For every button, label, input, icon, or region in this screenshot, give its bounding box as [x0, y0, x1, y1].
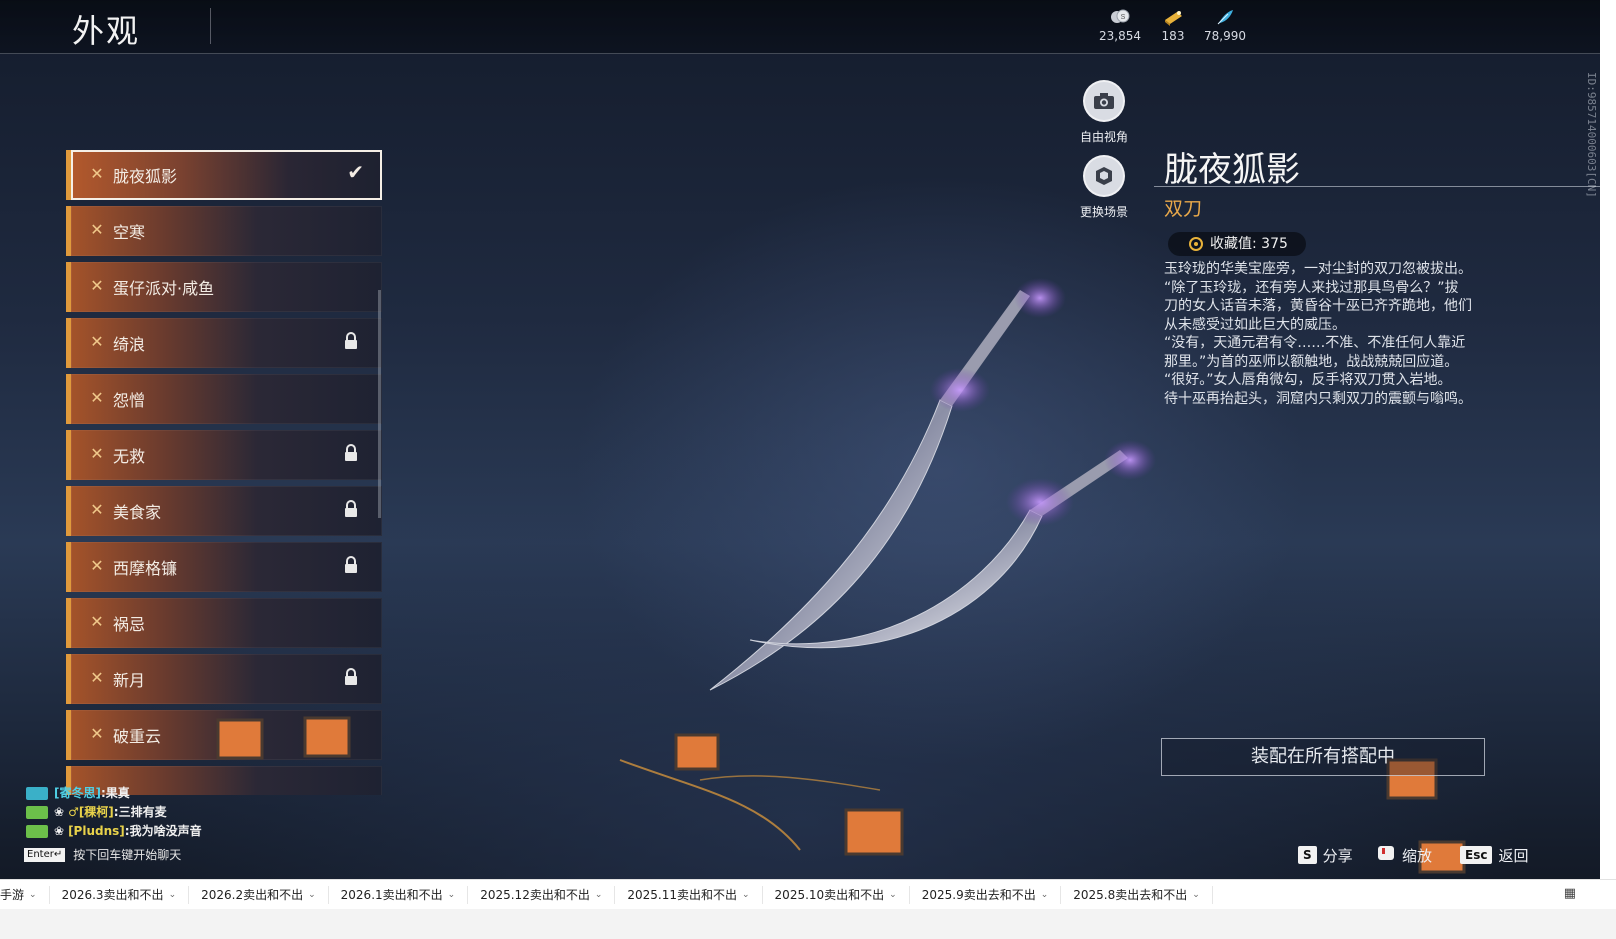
back-label: 返回: [1498, 846, 1529, 865]
chat-box: [寄冬思] :果真 ❀ ♂[稞柯] :三排有麦 ❀ [Pludns] :我为啥没…: [26, 784, 386, 841]
sheet-tab[interactable]: 2025.11卖出和不出 ⌄: [615, 885, 763, 904]
sheet-tab-label: 手游: [0, 888, 25, 902]
desc-line: “没有，天通元君有令……不准、不准任何人靠近: [1164, 335, 1466, 351]
title-underline: [1154, 186, 1600, 187]
collect-value-badge: 收藏值: 375: [1168, 232, 1306, 256]
window-edge: [1600, 0, 1616, 879]
desc-line: 从未感受过如此巨大的威压。: [1164, 316, 1346, 333]
desc-line: “很好。”女人唇角微勾，反手将双刀贯入岩地。: [1164, 372, 1452, 388]
sheet-tab-label: 2026.2卖出和不出: [201, 888, 304, 902]
sheet-tab[interactable]: 2026.3卖出和不出 ⌄: [50, 885, 190, 904]
chat-line: ❀ ♂[稞柯] :三排有麦: [26, 803, 386, 822]
game-screen: 外观 S 23,854 183 78,990 ID:985714000603[C…: [0, 0, 1600, 905]
desc-line: 玉玲珑的华美宝座旁，一对尘封的双刀忽被拔出。: [1164, 261, 1472, 277]
chevron-down-icon: ⌄: [889, 889, 897, 900]
zoom-hint[interactable]: 缩放: [1376, 844, 1432, 866]
sheet-tab[interactable]: 2025.10卖出和不出 ⌄: [763, 885, 910, 904]
chat-sender[interactable]: [Pludns]: [68, 822, 125, 841]
sheet-tab-bar: 手游 ⌄ 2026.3卖出和不出 ⌄ 2026.2卖出和不出 ⌄ 2026.1卖出和不…: [0, 879, 1616, 909]
chevron-down-icon: ⌄: [594, 889, 603, 900]
collection-icon: [1188, 236, 1204, 252]
chat-input-hint[interactable]: Enter↵ 按下回车键开始聊天: [24, 846, 181, 863]
chevron-down-icon: ⌄: [308, 889, 316, 900]
chevron-down-icon: ⌄: [29, 889, 37, 900]
sheet-tab[interactable]: 2025.8卖出去和不出 ⌄: [1061, 885, 1213, 904]
chat-sender[interactable]: ♂[稞柯]: [68, 803, 114, 822]
equip-all-button[interactable]: 装配在所有搭配中: [1161, 738, 1485, 776]
desc-line: “除了玉玲珑，还有旁人来找过那具鸟骨么？”拔: [1164, 279, 1459, 296]
share-hint[interactable]: S 分享: [1298, 844, 1353, 866]
sheet-tab-label: 2025.11卖出和不出: [627, 888, 737, 902]
channel-badge-icon: [26, 787, 48, 800]
collect-text: 收藏值: 375: [1210, 236, 1288, 252]
sheet-tab-label: 2026.1卖出和不出: [340, 888, 443, 902]
chevron-down-icon: ⌄: [447, 889, 456, 900]
share-key: S: [1298, 846, 1317, 864]
back-hint[interactable]: Esc 返回: [1460, 844, 1528, 866]
weapon-type: 双刀: [1164, 198, 1203, 220]
chat-text: :果真: [100, 786, 130, 800]
lotus-icon: ❀: [54, 805, 65, 819]
sheet-tab-label: 2025.10卖出和不出: [774, 888, 885, 902]
chevron-down-icon: ⌄: [168, 889, 177, 900]
sheet-tab[interactable]: 2025.12卖出和不出 ⌄: [468, 885, 616, 904]
chevron-down-icon: ⌄: [742, 889, 750, 900]
skin-name: 胧夜狐影: [1164, 150, 1300, 190]
esc-key: Esc: [1460, 846, 1493, 864]
chat-line: ❀ [Pludns] :我为啥没声音: [26, 822, 386, 841]
sheet-tab-label: 2026.3卖出和不出: [61, 888, 164, 902]
chat-text: :我为啥没声音: [124, 824, 202, 838]
desc-line: 待十巫再抬起头，洞窟内只剩双刀的震颤与嗡鸣。: [1164, 390, 1472, 407]
mouse-icon: [1376, 844, 1396, 866]
chevron-down-icon: ⌄: [1192, 889, 1200, 900]
sheet-tab-label: 2025.12卖出和不出: [480, 888, 590, 902]
chat-hint-text: 按下回车键开始聊天: [73, 848, 182, 862]
chat-line: [寄冬思] :果真: [26, 784, 386, 803]
chat-text: :三排有麦: [113, 805, 167, 819]
share-label: 分享: [1322, 846, 1353, 865]
lotus-icon: ❀: [54, 824, 65, 838]
sheet-tab[interactable]: 2025.9卖出去和不出 ⌄: [910, 885, 1062, 904]
sheet-tab-label: 2025.9卖出去和不出: [921, 888, 1036, 902]
sheet-tab[interactable]: 手游 ⌄: [0, 885, 50, 904]
desc-line: 刀的女人话音未落，黄昏谷十巫已齐齐跪地，他们: [1164, 298, 1472, 314]
channel-badge-icon: [26, 806, 48, 819]
sheet-tab[interactable]: 2026.2卖出和不出 ⌄: [189, 885, 329, 904]
chevron-down-icon: ⌄: [1040, 889, 1049, 900]
channel-badge-icon: [26, 825, 48, 838]
sheet-tab-label: 2025.8卖出去和不出: [1073, 888, 1188, 902]
zoom-label: 缩放: [1402, 846, 1433, 865]
skin-description: 玉玲珑的华美宝座旁，一对尘封的双刀忽被拔出。 “除了玉玲珑，还有旁人来找过那具鸟…: [1164, 260, 1494, 408]
chat-sender[interactable]: [寄冬思]: [54, 784, 101, 803]
sheet-tab[interactable]: 2026.1卖出和不出 ⌄: [329, 885, 469, 904]
enter-key: Enter↵: [24, 847, 66, 862]
sheet-grid-icon[interactable]: ▦: [1564, 886, 1576, 901]
desc-line: 那里。”为首的巫师以额触地，战战兢兢回应道。: [1164, 353, 1459, 370]
